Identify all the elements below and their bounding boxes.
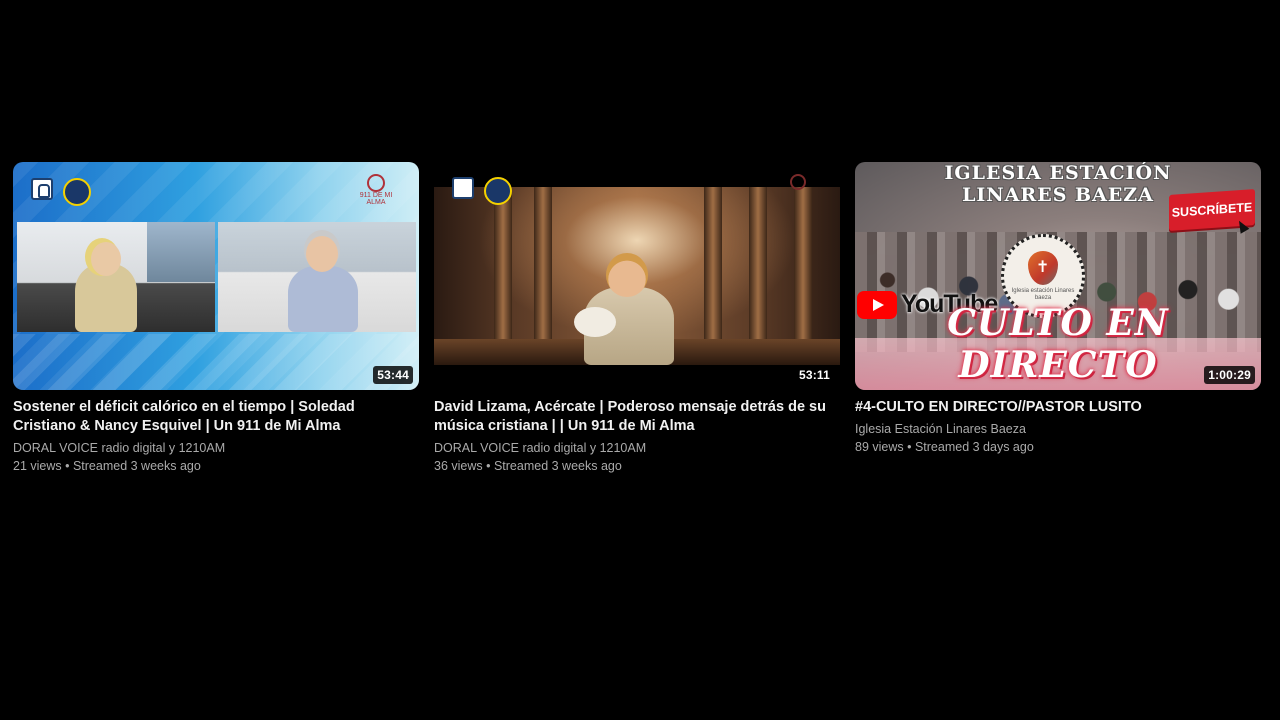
studio-camera-right: [218, 222, 416, 332]
podcast-logo-icon: [31, 178, 53, 200]
studio-window: [147, 222, 215, 282]
church-cross-icon: [1028, 250, 1058, 285]
child-head: [606, 253, 648, 297]
brand-logo-text: 911 DE MI ALMA: [359, 192, 393, 206]
live-banner-text: CULTO EN DIRECTO: [947, 302, 1169, 386]
channel-name[interactable]: DORAL VOICE radio digital y 1210AM: [13, 439, 419, 457]
brand-mark-icon: [367, 174, 385, 192]
lamb-figure: [574, 307, 616, 337]
video-title-link[interactable]: Sostener el déficit calórico en el tiemp…: [13, 398, 419, 436]
duration-badge: 53:11: [798, 368, 830, 382]
video-metadata: 21 views • Streamed 3 weeks ago: [13, 459, 201, 473]
radio-station-logo-icon: [484, 177, 512, 205]
video-thumbnail[interactable]: 911 DE MI ALMA 53:44: [13, 162, 419, 390]
temple-scene: [434, 187, 840, 365]
video-title-link[interactable]: David Lizama, Acércate | Poderoso mensaj…: [434, 398, 840, 436]
studio-camera-left: [17, 222, 215, 332]
thumbnail-stripes: [13, 334, 419, 390]
radio-station-logo-icon: [63, 178, 91, 206]
video-metadata: 89 views • Streamed 3 days ago: [855, 440, 1034, 454]
video-title-link[interactable]: #4-CULTO EN DIRECTO//PASTOR LUSITO: [855, 398, 1261, 417]
host-head: [91, 242, 121, 276]
guest-head: [306, 236, 338, 272]
video-card[interactable]: 911 DE MI ALMA 53:44 Sostener el déficit…: [13, 162, 419, 475]
program-brand-logo: 911 DE MI ALMA: [353, 174, 399, 208]
duration-badge: 53:44: [373, 366, 413, 384]
video-thumbnail[interactable]: IGLESIA ESTACIÓN LINARES BAEZA SUSCRÍBET…: [855, 162, 1261, 390]
guest-body: [288, 266, 358, 332]
video-thumbnail[interactable]: 53:11: [434, 162, 840, 390]
church-logo-caption: Iglesia estación Linares baeza: [1011, 287, 1075, 301]
channel-name[interactable]: Iglesia Estación Linares Baeza: [855, 420, 1261, 438]
video-card[interactable]: IGLESIA ESTACIÓN LINARES BAEZA SUSCRÍBET…: [855, 162, 1261, 475]
podcast-logo-icon: [452, 177, 474, 199]
brand-mark-icon: [790, 174, 806, 190]
video-metadata: 36 views • Streamed 3 weeks ago: [434, 459, 622, 473]
video-grid: 911 DE MI ALMA 53:44 Sostener el déficit…: [13, 162, 1268, 475]
video-card[interactable]: 53:11 David Lizama, Acércate | Poderoso …: [434, 162, 840, 475]
duration-badge: 1:00:29: [1204, 366, 1255, 384]
church-title-line: IGLESIA ESTACIÓN: [944, 162, 1172, 184]
channel-name[interactable]: DORAL VOICE radio digital y 1210AM: [434, 439, 840, 457]
